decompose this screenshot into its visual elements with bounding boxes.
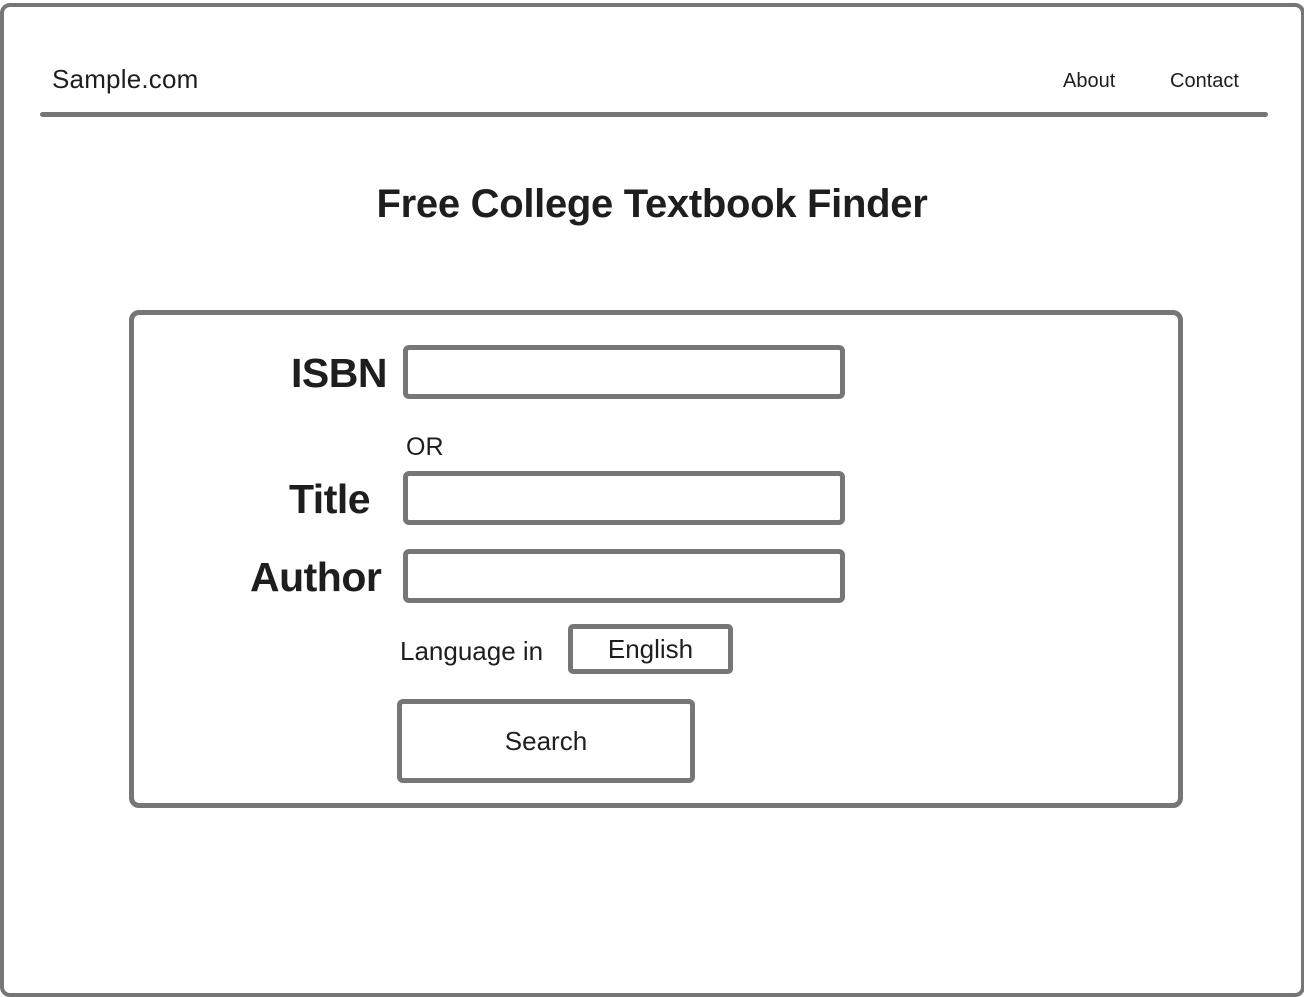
language-label: Language in [400, 636, 544, 666]
or-separator-text: OR [406, 433, 444, 461]
author-input[interactable] [403, 549, 845, 603]
isbn-input[interactable] [403, 345, 845, 399]
page-title: Free College Textbook Finder [376, 182, 928, 226]
search-button[interactable]: Search [397, 699, 695, 783]
title-label: Title [289, 476, 371, 522]
author-label: Author [250, 554, 382, 600]
nav-link-contact[interactable]: Contact [1170, 70, 1239, 93]
language-select[interactable]: English [568, 624, 733, 674]
nav-link-about[interactable]: About [1063, 70, 1115, 93]
title-input[interactable] [403, 471, 845, 525]
isbn-label: ISBN [291, 350, 387, 396]
header-divider [40, 112, 1268, 117]
site-logo-text[interactable]: Sample.com [52, 64, 199, 95]
